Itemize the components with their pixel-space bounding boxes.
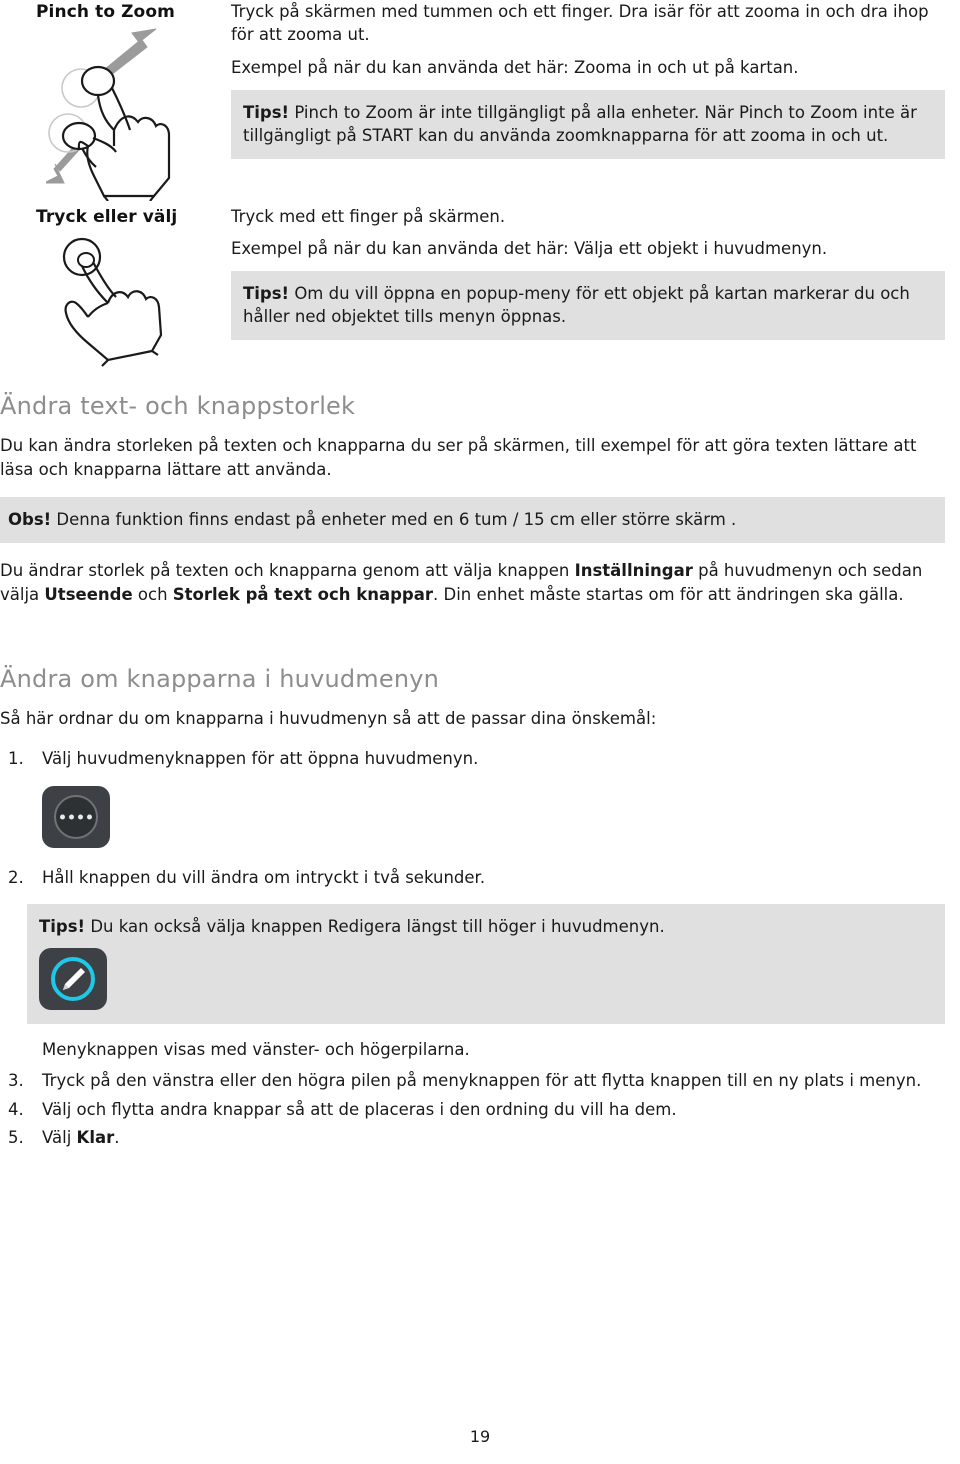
note-box-screen-size: Obs! Denna funktion finns endast på enhe… — [0, 497, 945, 543]
note-text: Obs! Denna funktion finns endast på enhe… — [8, 508, 945, 531]
step-item-4: 4. Välj och flytta andra knappar så att … — [0, 1098, 960, 1122]
section-intro-reorder: Så här ordnar du om knapparna i huvudmen… — [0, 709, 657, 728]
section-body-after-note: Du ändrar storlek på texten och knapparn… — [0, 559, 945, 606]
page-number: 19 — [469, 1427, 491, 1446]
text-part-bold-appearance: Utseende — [44, 584, 133, 604]
step-text-suffix: . — [114, 1128, 120, 1147]
text-part: och — [132, 584, 173, 604]
gesture-row-tap-or-select: Tryck eller välj Tryck med ett finger på… — [0, 205, 960, 370]
step-item-3: 3. Tryck på den vänstra eller den högra … — [0, 1069, 960, 1093]
tip-box-pinch-to-zoom: Tips! Pinch to Zoom är inte tillgängligt… — [231, 90, 945, 159]
text-part: Du ändrar storlek på texten och knapparn… — [0, 561, 575, 580]
tip-lead-label: Tips! — [39, 916, 86, 936]
tip-box-edit-button: Tips! Du kan också välja knappen Rediger… — [27, 903, 945, 1024]
step-number: 5. — [8, 1128, 24, 1147]
tip-text: Tips! Om du vill öppna en popup-meny för… — [243, 282, 933, 328]
step-text-prefix: Välj — [42, 1128, 77, 1147]
tap-or-select-hand-illustration — [52, 235, 197, 370]
dot — [69, 814, 74, 820]
main-menu-button-icon[interactable] — [42, 786, 110, 848]
reorder-steps-list-2: 2. Håll knappen du vill ändra om intryck… — [0, 866, 960, 890]
step-text: Tryck på den vänstra eller den högra pil… — [42, 1071, 922, 1090]
dot — [60, 814, 65, 820]
step-item-2: 2. Håll knappen du vill ändra om intryck… — [0, 866, 960, 890]
gesture-label-tap-or-select: Tryck eller välj — [36, 207, 178, 227]
section-change-text-and-button-size: Ändra text- och knappstorlek Du kan ändr… — [0, 392, 960, 606]
step-number: 2. — [8, 868, 24, 887]
pinch-to-zoom-hand-illustration — [43, 26, 196, 202]
document-page: Pinch to Zoom Tryck på skärmen med tumme… — [0, 0, 960, 1464]
step-item-5: 5. Välj Klar. — [0, 1126, 960, 1150]
note-lead-label: Obs! — [8, 510, 52, 529]
section-heading-reorder: Ändra om knapparna i huvudmenyn — [0, 665, 440, 693]
gesture-body-pinch-to-zoom: Tryck på skärmen med tummen och ett fing… — [231, 0, 945, 159]
gesture-row-pinch-to-zoom: Pinch to Zoom Tryck på skärmen med tumme… — [0, 0, 960, 202]
tip-box-tap-or-select: Tips! Om du vill öppna en popup-meny för… — [231, 271, 945, 340]
gesture-paragraph: Exempel på när du kan använda det här: V… — [231, 239, 828, 258]
section-intro-text-size: Du kan ändra storleken på texten och kna… — [0, 436, 917, 479]
dot — [87, 814, 92, 820]
text-part: . Din enhet måste startas om för att änd… — [433, 584, 904, 604]
gesture-paragraph: Exempel på när du kan använda det här: Z… — [231, 58, 799, 77]
tip-text: Tips! Du kan också välja knappen Rediger… — [39, 915, 933, 938]
step-number: 1. — [8, 748, 24, 768]
step-text: Håll knappen du vill ändra om intryckt i… — [42, 868, 486, 887]
step-number: 4. — [8, 1099, 24, 1119]
step-item-1: 1. Välj huvudmenyknappen för att öppna h… — [0, 747, 960, 771]
reorder-steps-list: 1. Välj huvudmenyknappen för att öppna h… — [0, 747, 960, 771]
text-part-bold-text-button-size: Storlek på text och knappar — [172, 584, 433, 604]
tip-body-text: Du kan också välja knappen Redigera läng… — [85, 916, 665, 936]
main-menu-button-wrapper — [42, 786, 960, 848]
note-body-text: Denna funktion finns endast på enheter m… — [51, 510, 737, 529]
text-part-bold-settings: Inställningar — [574, 561, 693, 580]
gesture-body-tap-or-select: Tryck med ett finger på skärmen. Exempel… — [231, 205, 945, 340]
edit-button-wrapper — [39, 947, 933, 1010]
tip-text: Tips! Pinch to Zoom är inte tillgängligt… — [243, 101, 933, 147]
gesture-paragraph: Tryck på skärmen med tummen och ett fing… — [231, 2, 929, 44]
step-text-bold-done: Klar — [76, 1128, 115, 1147]
menu-button-dots — [60, 814, 92, 820]
section-reorder-main-menu-buttons: Ändra om knapparna i huvudmenyn Så här o… — [0, 665, 960, 1154]
step-text: Välj och flytta andra knappar så att de … — [42, 1099, 677, 1119]
edit-pencil-button-icon[interactable] — [39, 947, 107, 1010]
tip-lead-label: Tips! — [243, 284, 290, 303]
gesture-label-pinch-to-zoom: Pinch to Zoom — [36, 2, 175, 22]
after-tip-note: Menyknappen visas med vänster- och höger… — [42, 1039, 470, 1059]
gesture-paragraph: Tryck med ett finger på skärmen. — [231, 207, 506, 226]
step-number: 3. — [8, 1071, 24, 1090]
dot — [78, 814, 83, 820]
pencil-glyph — [63, 967, 85, 990]
reorder-steps-list-3: 3. Tryck på den vänstra eller den högra … — [0, 1069, 960, 1150]
section-heading-text-size: Ändra text- och knappstorlek — [0, 392, 356, 420]
step-text: Välj huvudmenyknappen för att öppna huvu… — [42, 748, 479, 768]
tip-body-text: Om du vill öppna en popup-meny för ett o… — [243, 284, 910, 326]
tip-lead-label: Tips! — [243, 103, 290, 122]
tip-body-text: Pinch to Zoom är inte tillgängligt på al… — [243, 103, 917, 145]
